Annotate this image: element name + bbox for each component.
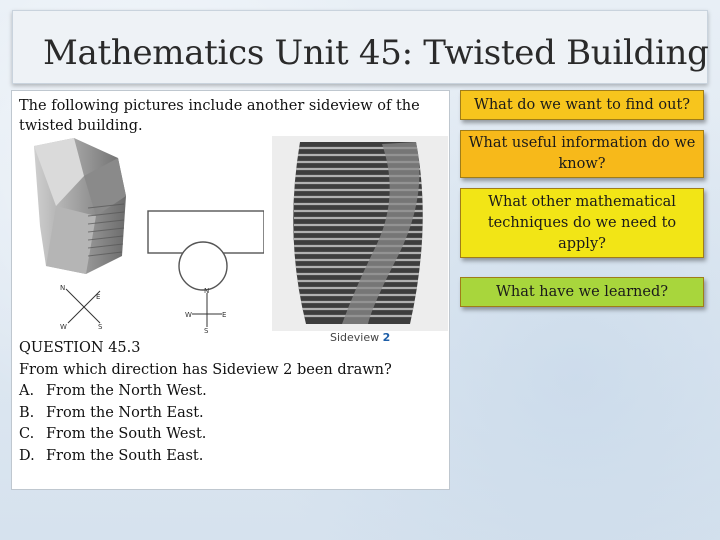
callout-useful-info-text: What useful information do we know? — [468, 135, 696, 172]
compass1-e-label: E — [96, 293, 100, 301]
compass1-w-label: W — [60, 323, 67, 331]
compass2-w-label: W — [185, 311, 192, 319]
question-heading: QUESTION 45.3 — [19, 340, 141, 356]
callout-learned[interactable]: What have we learned? — [460, 277, 704, 307]
compass-rose-2: N E S W — [185, 287, 226, 333]
compass2-s-label: S — [204, 327, 209, 333]
option-a-letter: A. — [19, 383, 35, 399]
title-box: Mathematics Unit 45: Twisted Building — [12, 10, 709, 84]
option-c-text: From the South West. — [46, 426, 207, 442]
option-b: B. From the North East. — [19, 403, 392, 425]
callout-find-out[interactable]: What do we want to find out? — [460, 90, 704, 120]
callout-learned-text: What have we learned? — [495, 283, 669, 300]
compass2-n-label: N — [204, 287, 209, 295]
option-c: C. From the South West. — [19, 424, 392, 446]
callout-techniques[interactable]: What other mathematical techniques do we… — [460, 188, 704, 258]
compass-rose-1: N E S W — [60, 284, 103, 331]
option-c-letter: C. — [19, 426, 35, 442]
compass1-n-label: N — [60, 284, 65, 292]
option-d-letter: D. — [19, 447, 35, 464]
option-a-text: From the North West. — [46, 383, 207, 399]
sideview-2-figure — [272, 136, 448, 331]
callout-find-out-text: What do we want to find out? — [473, 96, 691, 113]
option-b-letter: B. — [19, 404, 35, 421]
content-panel: The following pictures include another s… — [11, 90, 450, 490]
compass2-e-label: E — [222, 311, 226, 319]
slide-title: Mathematics Unit 45: Twisted Building — [43, 33, 709, 73]
compass1-s-label: S — [98, 323, 103, 331]
option-d: D. From the South East. — [19, 446, 392, 468]
twisted-building-3d-figure — [34, 138, 126, 274]
question-text: From which direction has Sideview 2 been… — [19, 361, 392, 378]
intro-text: The following pictures include another s… — [19, 98, 420, 134]
option-b-text: From the North East. — [46, 404, 204, 421]
callout-techniques-text: What other mathematical techniques do we… — [487, 193, 677, 252]
callout-useful-info[interactable]: What useful information do we know? — [460, 130, 704, 178]
question-block: QUESTION 45.3 From which direction has S… — [19, 338, 392, 467]
option-a: A. From the North West. — [19, 381, 392, 403]
option-d-text: From the South East. — [46, 447, 204, 464]
